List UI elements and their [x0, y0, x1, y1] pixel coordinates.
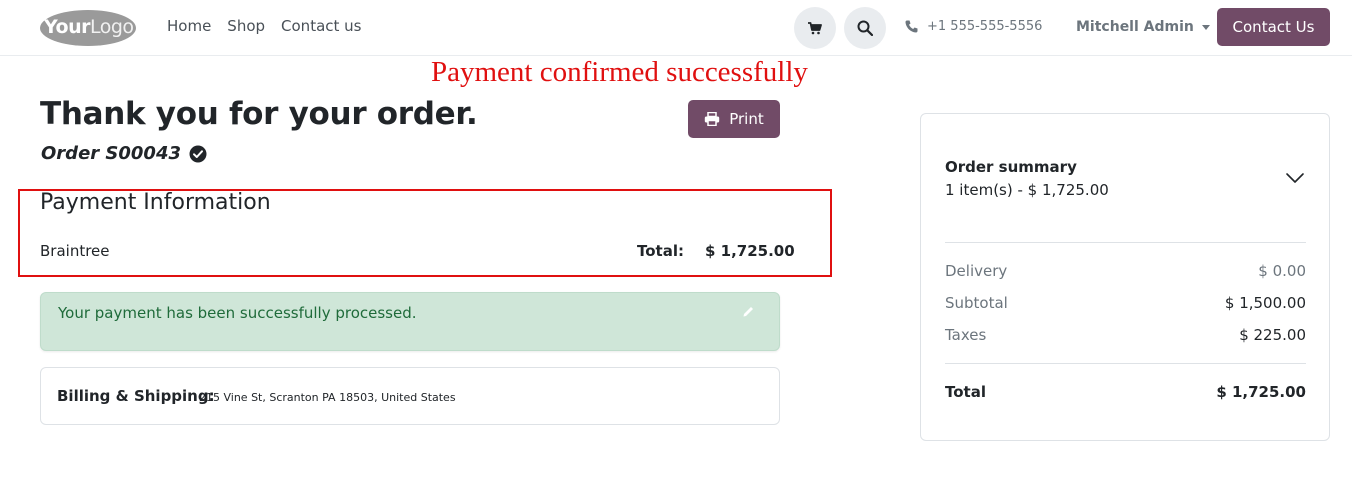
cart-icon: [808, 21, 822, 34]
phone-icon: [905, 20, 918, 33]
order-summary-subtitle: 1 item(s) - $ 1,725.00: [945, 181, 1109, 199]
pencil-icon[interactable]: [743, 306, 754, 317]
check-circle-icon: [189, 145, 207, 162]
billing-shipping-label: Billing & Shipping:: [57, 387, 215, 405]
print-label: Print: [729, 110, 764, 128]
phone-number: +1 555-555-5556: [927, 19, 1043, 34]
printer-icon: [705, 112, 720, 126]
contact-us-button[interactable]: Contact Us: [1217, 8, 1330, 46]
summary-label: Taxes: [945, 326, 987, 344]
summary-value: $ 1,500.00: [1224, 294, 1306, 312]
payment-method: Braintree: [40, 242, 110, 260]
chevron-down-icon[interactable]: [1285, 172, 1305, 184]
phone-link[interactable]: +1 555-555-5556: [905, 19, 1042, 34]
summary-label: Delivery: [945, 262, 1008, 280]
search-button[interactable]: [844, 7, 886, 49]
main-menu: Home Shop Contact us: [167, 17, 361, 35]
billing-shipping-card: Billing & Shipping: 215 Vine St, Scranto…: [40, 367, 780, 425]
order-reference: Order S00043: [41, 143, 207, 164]
summary-value: $ 225.00: [1239, 326, 1306, 344]
nav-home[interactable]: Home: [167, 17, 211, 35]
payment-total-label: Total:: [637, 242, 684, 260]
nav-shop[interactable]: Shop: [227, 17, 265, 35]
divider: [945, 363, 1306, 364]
payment-total-value: $ 1,725.00: [705, 242, 795, 260]
alert-message: Your payment has been successfully proce…: [58, 304, 417, 322]
divider: [945, 242, 1306, 243]
print-button[interactable]: Print: [688, 100, 780, 138]
billing-shipping-address: 215 Vine St, Scranton PA 18503, United S…: [199, 391, 456, 404]
summary-row-delivery: Delivery $ 0.00: [945, 262, 1306, 280]
summary-row-subtotal: Subtotal $ 1,500.00: [945, 294, 1306, 312]
top-navbar: YourLogo Home Shop Contact us +1 555-555…: [0, 0, 1352, 56]
user-name: Mitchell Admin: [1076, 19, 1194, 35]
caret-down-icon: [1201, 25, 1210, 30]
payment-success-alert: Your payment has been successfully proce…: [40, 292, 780, 351]
summary-total-label: Total: [945, 383, 986, 401]
order-summary-title: Order summary: [945, 158, 1077, 176]
summary-value: $ 0.00: [1258, 262, 1306, 280]
summary-row-taxes: Taxes $ 225.00: [945, 326, 1306, 344]
summary-total-value: $ 1,725.00: [1216, 383, 1306, 401]
annotation-text: Payment confirmed successfully: [431, 56, 808, 88]
user-menu[interactable]: Mitchell Admin: [1076, 19, 1210, 35]
cart-button[interactable]: [794, 7, 836, 49]
payment-information-heading: Payment Information: [40, 190, 271, 215]
summary-label: Subtotal: [945, 294, 1008, 312]
search-icon: [857, 20, 873, 36]
order-summary-card: Order summary 1 item(s) - $ 1,725.00 Del…: [920, 113, 1330, 441]
logo-text: YourLogo: [44, 16, 134, 38]
site-logo[interactable]: YourLogo: [40, 10, 136, 48]
order-number: Order S00043: [41, 143, 182, 164]
page-title: Thank you for your order.: [40, 96, 478, 132]
nav-contact-us[interactable]: Contact us: [281, 17, 361, 35]
summary-row-total: Total $ 1,725.00: [945, 383, 1306, 401]
